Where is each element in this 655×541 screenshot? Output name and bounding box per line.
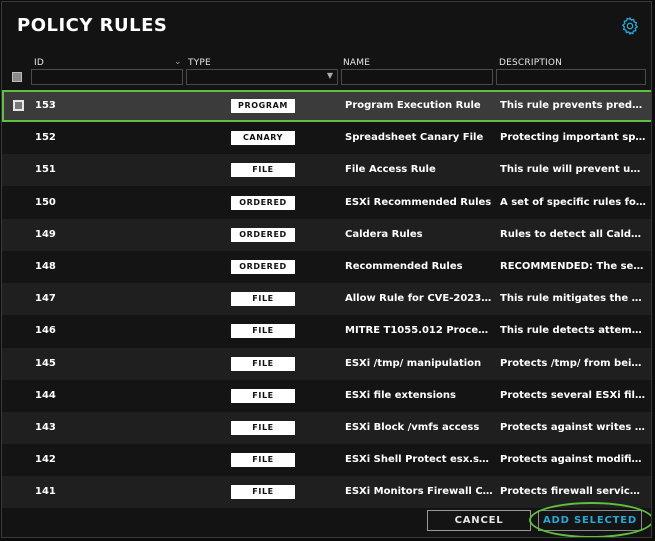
table-row[interactable]: 151 FILE File Access Rule This rule will pr… [2, 154, 651, 187]
dropdown-arrow-icon: ▼ [326, 71, 333, 80]
type-filter-select[interactable]: ▼ [186, 69, 338, 85]
table-row[interactable]: 146 FILE MITRE T1055.012 Process h... This … [2, 315, 651, 348]
rule-name: ESXi Shell Protect esx.sh files [345, 454, 493, 466]
id-filter-input[interactable] [31, 69, 183, 85]
table-row[interactable]: 145 FILE ESXi /tmp/ manipulation Protects /… [2, 347, 651, 380]
chevron-down-icon[interactable]: ⌄ [174, 57, 182, 67]
table-row[interactable]: 148 ORDERED Recommended Rules RECOMMENDED: … [2, 251, 651, 283]
rule-description: RECOMMENDED: The set of ... [500, 261, 646, 272]
rule-id: 141 [35, 486, 56, 498]
rule-description: Protects /tmp/ from being m... [500, 357, 646, 369]
rule-type-badge: FILE [231, 163, 295, 178]
rule-name: Spreadsheet Canary File [345, 132, 484, 144]
rule-description: A set of specific rules for pro... [500, 196, 646, 208]
column-header-description[interactable]: DESCRIPTION [499, 58, 562, 68]
rule-type-badge: FILE [231, 356, 295, 371]
rule-name: ESXi /tmp/ manipulation [345, 357, 482, 369]
rule-name: ESXi Monitors Firewall Confi... [345, 486, 493, 498]
rule-description: This rule detects attempts t... [500, 325, 646, 337]
table-row[interactable]: 144 FILE ESXi file extensions Protects seve… [2, 379, 651, 412]
rule-id: 142 [35, 454, 56, 466]
table-row[interactable]: 153 PROGRAM Program Execution Rule This rul… [2, 90, 651, 122]
rule-description: Protecting important sprea... [500, 132, 646, 144]
rule-name: ESXi Block /vmfs access [345, 422, 480, 433]
rule-name: ESXi Recommended Rules [345, 196, 492, 208]
rule-id: 148 [35, 261, 56, 272]
rule-id: 149 [35, 228, 56, 240]
rule-type-badge: FILE [231, 453, 295, 468]
add-selected-button[interactable]: ADD SELECTED [538, 510, 642, 531]
policy-rules-dialog: POLICY RULES ID ⌄ TYPE NAME DESCRIPTION … [1, 1, 652, 538]
rule-id: 145 [35, 357, 56, 369]
column-header-name[interactable]: NAME [343, 58, 370, 68]
rule-description: Rules to detect all Caldera Li... [500, 228, 646, 240]
rule-name: Recommended Rules [345, 261, 463, 272]
table-row[interactable]: 152 CANARY Spreadsheet Canary File Protecti… [2, 122, 651, 155]
table-row[interactable]: 147 FILE Allow Rule for CVE-2023-4911 This … [2, 283, 651, 316]
rule-id: 143 [35, 422, 56, 433]
rule-description: Protects against writes to /v... [500, 422, 646, 433]
dialog-title: POLICY RULES [17, 15, 168, 36]
description-filter-input[interactable] [496, 69, 646, 85]
rule-type-badge: ORDERED [231, 260, 295, 274]
cancel-button[interactable]: CANCEL [427, 510, 531, 531]
rule-id: 152 [35, 132, 56, 144]
rule-description: Protects firewall service dir... [500, 486, 646, 498]
rule-name: Program Execution Rule [345, 100, 481, 111]
column-header-id[interactable]: ID [34, 58, 44, 68]
rule-name: Allow Rule for CVE-2023-4911 [345, 293, 493, 305]
rule-type-badge: FILE [231, 388, 295, 403]
rule-type-badge: FILE [231, 292, 295, 307]
rule-type-badge: FILE [231, 421, 295, 435]
rule-description: This rule will prevent unaut... [500, 164, 646, 176]
name-filter-input[interactable] [341, 69, 493, 85]
gear-icon[interactable] [620, 16, 640, 36]
rule-id: 144 [35, 389, 56, 401]
table-row[interactable]: 149 ORDERED Caldera Rules Rules to detect a… [2, 218, 651, 251]
rule-type-badge: ORDERED [231, 227, 295, 242]
rule-id: 146 [35, 325, 56, 337]
rule-description: Protects against modificatio... [500, 454, 646, 466]
table-row[interactable]: 142 FILE ESXi Shell Protect esx.sh files Pr… [2, 444, 651, 477]
rule-name: Caldera Rules [345, 228, 423, 240]
rule-id: 153 [35, 100, 56, 111]
rule-name: MITRE T1055.012 Process h... [345, 325, 493, 337]
rule-type-badge: FILE [231, 324, 295, 339]
rule-id: 147 [35, 293, 56, 305]
rule-name: ESXi file extensions [345, 389, 456, 401]
table-row[interactable]: 150 ORDERED ESXi Recommended Rules A set of… [2, 186, 651, 219]
table-row[interactable]: 141 FILE ESXi Monitors Firewall Confi... Pr… [2, 476, 651, 509]
rule-type-badge: CANARY [231, 131, 295, 146]
select-all-checkbox[interactable] [12, 72, 22, 82]
row-checkbox[interactable] [13, 100, 24, 111]
column-header-type[interactable]: TYPE [188, 58, 211, 68]
rule-name: File Access Rule [345, 164, 436, 176]
rule-type-badge: ORDERED [231, 195, 295, 210]
rule-description: Protects several ESXi filetyp... [500, 389, 646, 401]
rule-id: 151 [35, 164, 56, 176]
rule-type-badge: FILE [231, 485, 295, 500]
rule-id: 150 [35, 196, 56, 208]
rule-description: This rule prevents predeter... [500, 100, 646, 111]
table-row[interactable]: 143 FILE ESXi Block /vmfs access Protects a… [2, 412, 651, 444]
rule-type-badge: PROGRAM [231, 99, 295, 113]
rule-description: This rule mitigates the Loon... [500, 293, 646, 305]
